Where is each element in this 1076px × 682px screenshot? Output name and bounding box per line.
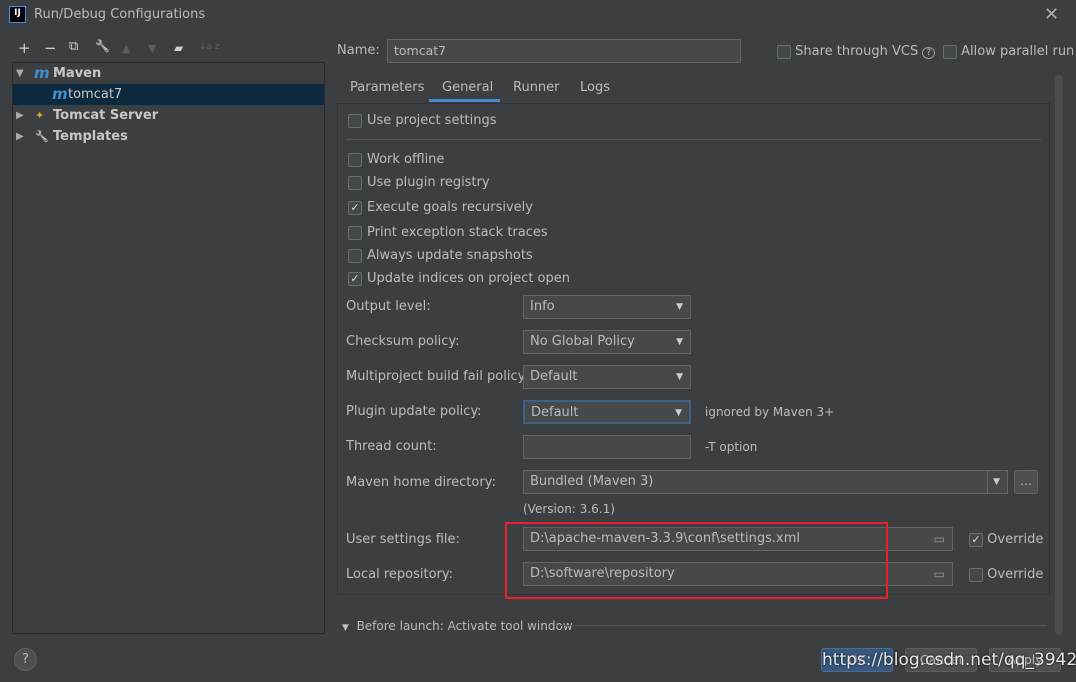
always-update-snapshots-checkbox[interactable]: Always update snapshots	[348, 248, 533, 263]
local-repo-override-checkbox[interactable]: Override	[969, 567, 1043, 582]
tree-label: tomcat7	[68, 87, 123, 102]
user-settings-override-checkbox[interactable]: ✓ Override	[969, 532, 1043, 547]
dropdown-arrow-icon: ▼	[675, 408, 682, 418]
config-tree[interactable]: ▼ m Maven m tomcat7 ▶ ✦ Tomcat Server ▶ …	[12, 62, 325, 634]
maven-home-select[interactable]: Bundled (Maven 3) ▼	[523, 470, 1008, 494]
tree-label: Maven	[53, 66, 102, 81]
move-up-icon: ▲	[122, 42, 131, 55]
folder-icon: ▭	[933, 567, 945, 581]
use-project-settings-checkbox[interactable]: Use project settings	[348, 113, 497, 128]
maven-icon: m	[34, 64, 50, 82]
dropdown-arrow-icon: ▼	[676, 372, 683, 382]
maven-icon: m	[52, 85, 68, 103]
share-vcs-checkbox[interactable]: Share through VCS ?	[777, 44, 936, 59]
local-repo-label: Local repository:	[346, 567, 453, 582]
scrollbar[interactable]	[1055, 75, 1063, 635]
multiproject-fail-label: Multiproject build fail policy:	[346, 369, 529, 384]
watermark: https://blog.csdn.net/qq_39420849	[822, 650, 1076, 670]
new-folder-icon[interactable]: ▰	[174, 41, 183, 55]
collapse-arrow-icon[interactable]: ▶	[16, 105, 24, 126]
use-plugin-registry-checkbox[interactable]: Use plugin registry	[348, 175, 490, 190]
wrench-icon[interactable]: 🔧	[95, 39, 110, 53]
work-offline-checkbox[interactable]: Work offline	[348, 152, 444, 167]
help-icon[interactable]: ?	[922, 47, 936, 59]
folder-icon: ▭	[933, 532, 945, 546]
dropdown-arrow-icon: ▼	[987, 471, 1000, 493]
close-icon[interactable]: ✕	[1044, 4, 1059, 25]
update-indices-checkbox[interactable]: ✓ Update indices on project open	[348, 271, 570, 286]
tab-general[interactable]: General	[442, 80, 493, 95]
tomcat-icon: ✦	[35, 109, 45, 122]
name-label: Name:	[337, 43, 380, 58]
tree-label: Templates	[53, 129, 128, 144]
tab-logs[interactable]: Logs	[580, 80, 610, 95]
user-settings-label: User settings file:	[346, 532, 460, 547]
before-launch-toggle[interactable]: ▼ Before launch: Activate tool window	[342, 619, 573, 633]
plugin-update-label: Plugin update policy:	[346, 404, 482, 419]
remove-icon[interactable]: −	[44, 39, 57, 57]
thread-count-label: Thread count:	[346, 439, 437, 454]
dropdown-arrow-icon: ▼	[676, 337, 683, 347]
allow-parallel-label: Allow parallel run	[961, 44, 1075, 59]
output-level-label: Output level:	[346, 299, 431, 314]
move-down-icon: ▼	[148, 42, 157, 55]
share-vcs-label: Share through VCS	[795, 44, 919, 59]
copy-icon[interactable]: ⧉	[69, 39, 78, 54]
wrench-icon: 🔧	[35, 130, 49, 143]
window-title: Run/Debug Configurations	[34, 7, 206, 22]
tree-label: Tomcat Server	[53, 108, 159, 123]
add-icon[interactable]: +	[18, 39, 31, 57]
plugin-update-select[interactable]: Default ▼	[523, 400, 691, 424]
thread-count-hint: -T option	[705, 440, 758, 454]
plugin-update-hint: ignored by Maven 3+	[705, 405, 835, 419]
divider	[346, 139, 1041, 140]
name-input[interactable]: tomcat7	[387, 39, 741, 63]
execute-goals-recursively-checkbox[interactable]: ✓ Execute goals recursively	[348, 200, 533, 215]
multiproject-fail-select[interactable]: Default ▼	[523, 365, 691, 389]
maven-home-label: Maven home directory:	[346, 475, 496, 490]
print-stack-traces-checkbox[interactable]: Print exception stack traces	[348, 225, 548, 240]
checksum-policy-label: Checksum policy:	[346, 334, 460, 349]
tree-item-tomcat7[interactable]: m tomcat7	[13, 84, 324, 105]
active-tab-indicator	[429, 99, 500, 102]
tree-item-templates[interactable]: ▶ 🔧 Templates	[13, 126, 324, 147]
thread-count-input[interactable]	[523, 435, 691, 459]
sort-icon: ↓a z	[199, 42, 220, 52]
expand-arrow-icon[interactable]: ▼	[16, 63, 24, 84]
checksum-policy-select[interactable]: No Global Policy ▼	[523, 330, 691, 354]
help-button[interactable]: ?	[14, 648, 37, 671]
allow-parallel-checkbox[interactable]: Allow parallel run	[943, 44, 1074, 59]
tab-runner[interactable]: Runner	[513, 80, 560, 95]
dropdown-arrow-icon: ▼	[676, 302, 683, 312]
highlight-box	[505, 522, 888, 599]
tree-item-tomcat-server[interactable]: ▶ ✦ Tomcat Server	[13, 105, 324, 126]
tab-parameters[interactable]: Parameters	[350, 80, 424, 95]
divider	[556, 625, 1046, 626]
app-logo: IJ	[9, 6, 26, 23]
browse-button[interactable]: ...	[1014, 470, 1038, 494]
output-level-select[interactable]: Info ▼	[523, 295, 691, 319]
maven-version: (Version: 3.6.1)	[523, 502, 615, 516]
expand-arrow-icon: ▼	[342, 623, 349, 633]
collapse-arrow-icon[interactable]: ▶	[16, 126, 24, 147]
tree-item-maven[interactable]: ▼ m Maven	[13, 63, 324, 84]
